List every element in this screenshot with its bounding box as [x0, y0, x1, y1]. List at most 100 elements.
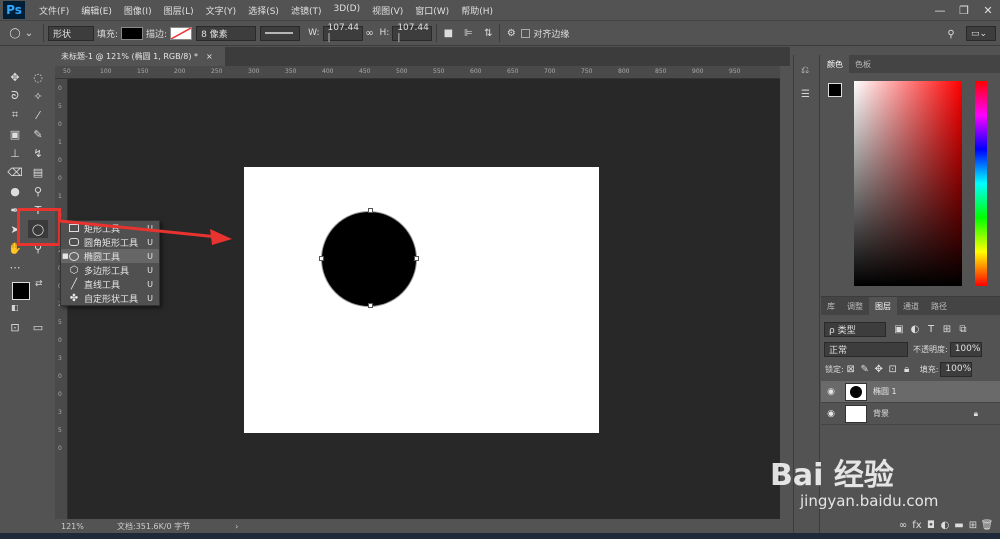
tab-color[interactable]: 颜色	[821, 55, 849, 73]
dodge-tool-icon[interactable]: ⚲	[28, 182, 48, 200]
lock-all-icon[interactable]: 🔒︎	[900, 362, 914, 376]
crop-tool-icon[interactable]: ⌗	[5, 106, 25, 124]
filter-shape-icon[interactable]: ⊞	[940, 322, 954, 336]
menu-item[interactable]: 帮助(H)	[455, 4, 499, 17]
filter-type-icon[interactable]: T	[924, 322, 938, 336]
filter-adjustment-icon[interactable]: ◐	[908, 322, 922, 336]
align-edges-checkbox[interactable]: 对齐边缘	[521, 27, 569, 40]
menu-item[interactable]: 编辑(E)	[75, 4, 118, 17]
tab-libraries[interactable]: 库	[821, 297, 841, 315]
folder-icon[interactable]: ▬	[952, 518, 966, 532]
document-canvas[interactable]	[244, 167, 599, 433]
path-alignment-icon[interactable]: ⊫	[461, 26, 475, 40]
lock-position-icon[interactable]: ✥	[872, 362, 886, 376]
more-tools-icon[interactable]: ⋯	[5, 258, 25, 276]
clone-stamp-icon[interactable]: ⊥	[5, 144, 25, 162]
close-button[interactable]: ✕	[976, 0, 1000, 20]
marquee-tool-icon[interactable]: ◌	[28, 68, 48, 86]
gradient-tool-icon[interactable]: ▤	[28, 163, 48, 181]
screen-mode-icon[interactable]: ▭	[28, 318, 48, 336]
layer-row[interactable]: ◉ 椭圆 1	[821, 381, 1000, 403]
lock-artboard-icon[interactable]: ⊡	[886, 362, 900, 376]
layer-row[interactable]: ◉ 背景 🔒︎	[821, 403, 1000, 425]
properties-icon[interactable]: ☰	[801, 89, 810, 100]
menu-item[interactable]: 文件(F)	[33, 4, 75, 17]
foreground-color-swatch[interactable]	[12, 282, 30, 300]
blur-tool-icon[interactable]: ●	[5, 182, 25, 200]
tab-swatches[interactable]: 色板	[849, 55, 877, 73]
menu-item[interactable]: 图像(I)	[118, 4, 158, 17]
link-icon[interactable]: ∞	[896, 518, 910, 532]
magic-wand-icon[interactable]: ✧	[28, 87, 48, 105]
anchor-point[interactable]	[368, 303, 373, 308]
opacity-field[interactable]: 100%	[949, 341, 982, 357]
path-operations-icon[interactable]: ■	[441, 26, 455, 40]
ellipse-shape[interactable]	[321, 211, 417, 307]
restore-button[interactable]: ❐	[952, 0, 976, 20]
document-tab[interactable]: 未标题-1 @ 121% (椭圆 1, RGB/8) * ×	[55, 47, 225, 66]
layer-filter-dropdown[interactable]: ρ 类型	[824, 321, 886, 337]
eyedropper-icon[interactable]: ⁄	[28, 106, 48, 124]
history-icon[interactable]: ⎌	[801, 65, 809, 76]
minimize-button[interactable]: —	[928, 0, 952, 20]
path-arrangement-icon[interactable]: ⇅	[481, 26, 495, 40]
menu-item[interactable]: 滤镜(T)	[285, 4, 328, 17]
tab-adjustments[interactable]: 调整	[841, 297, 869, 315]
close-tab-icon[interactable]: ×	[206, 52, 213, 61]
filter-smart-object-icon[interactable]: ⧉	[956, 322, 970, 336]
link-icon[interactable]: ∞	[363, 26, 377, 40]
flyout-item[interactable]: ✤ 自定形状工具 U	[61, 291, 159, 305]
stroke-width-field[interactable]: 8 像素	[196, 25, 257, 41]
foreground-color-swatch[interactable]	[828, 83, 842, 97]
gear-icon[interactable]: ⚙	[504, 26, 518, 40]
stroke-type-dropdown[interactable]	[260, 25, 301, 41]
menu-item[interactable]: 选择(S)	[242, 4, 285, 17]
anchor-point[interactable]	[368, 208, 373, 213]
hue-slider[interactable]	[975, 81, 987, 286]
menu-item[interactable]: 文字(Y)	[200, 4, 243, 17]
fill-swatch[interactable]	[121, 26, 144, 40]
workspace-switcher[interactable]: ▭⌄	[966, 26, 996, 41]
shape-mode-dropdown[interactable]: 形状	[48, 25, 94, 41]
move-tool-icon[interactable]: ✥	[5, 68, 25, 86]
menu-item[interactable]: 窗口(W)	[409, 4, 455, 17]
lock-transparent-icon[interactable]: ⊠	[844, 362, 858, 376]
new-layer-icon[interactable]: ⊞	[966, 518, 980, 532]
color-field[interactable]	[854, 81, 962, 286]
lasso-tool-icon[interactable]: ᘐ	[5, 87, 25, 105]
default-colors-icon[interactable]: ◧	[11, 303, 19, 312]
tab-layers[interactable]: 图层	[869, 297, 897, 315]
menu-item[interactable]: 视图(V)	[366, 4, 409, 17]
anchor-point[interactable]	[319, 256, 324, 261]
tab-paths[interactable]: 路径	[925, 297, 953, 315]
adjustment-icon[interactable]: ◐	[938, 518, 952, 532]
menu-item[interactable]: 3D(D)	[327, 4, 366, 17]
visibility-eye-icon[interactable]: ◉	[821, 387, 841, 397]
blend-mode-dropdown[interactable]: 正常	[824, 341, 908, 357]
healing-brush-icon[interactable]: ▣	[5, 125, 25, 143]
flyout-item[interactable]: ⬡ 多边形工具 U	[61, 263, 159, 277]
layer-name[interactable]: 背景	[873, 408, 889, 419]
history-brush-icon[interactable]: ↯	[28, 144, 48, 162]
tab-channels[interactable]: 通道	[897, 297, 925, 315]
tool-preset-picker[interactable]: ◯ ⌄	[8, 26, 36, 40]
zoom-level[interactable]: 121%	[61, 522, 109, 531]
filter-pixel-icon[interactable]: ▣	[892, 322, 906, 336]
mask-icon[interactable]: ◘	[924, 518, 938, 532]
visibility-eye-icon[interactable]: ◉	[821, 409, 841, 419]
stroke-swatch[interactable]	[170, 26, 193, 40]
chevron-right-icon[interactable]: ›	[235, 522, 238, 531]
width-field[interactable]: 107.44 |	[322, 23, 363, 43]
menu-item[interactable]: 图层(L)	[158, 4, 200, 17]
anchor-point[interactable]	[414, 256, 419, 261]
brush-tool-icon[interactable]: ✎	[28, 125, 48, 143]
flyout-item[interactable]: ╱ 直线工具 U	[61, 277, 159, 291]
fill-field[interactable]: 100%	[940, 361, 973, 377]
fx-icon[interactable]: fx	[910, 518, 924, 532]
quick-mask-icon[interactable]: ⊡	[5, 318, 25, 336]
lock-image-icon[interactable]: ✎	[858, 362, 872, 376]
layer-name[interactable]: 椭圆 1	[873, 386, 897, 397]
height-field[interactable]: 107.44 |	[392, 23, 433, 43]
eraser-tool-icon[interactable]: ⌫	[5, 163, 25, 181]
trash-icon[interactable]: 🗑︎	[980, 518, 994, 532]
